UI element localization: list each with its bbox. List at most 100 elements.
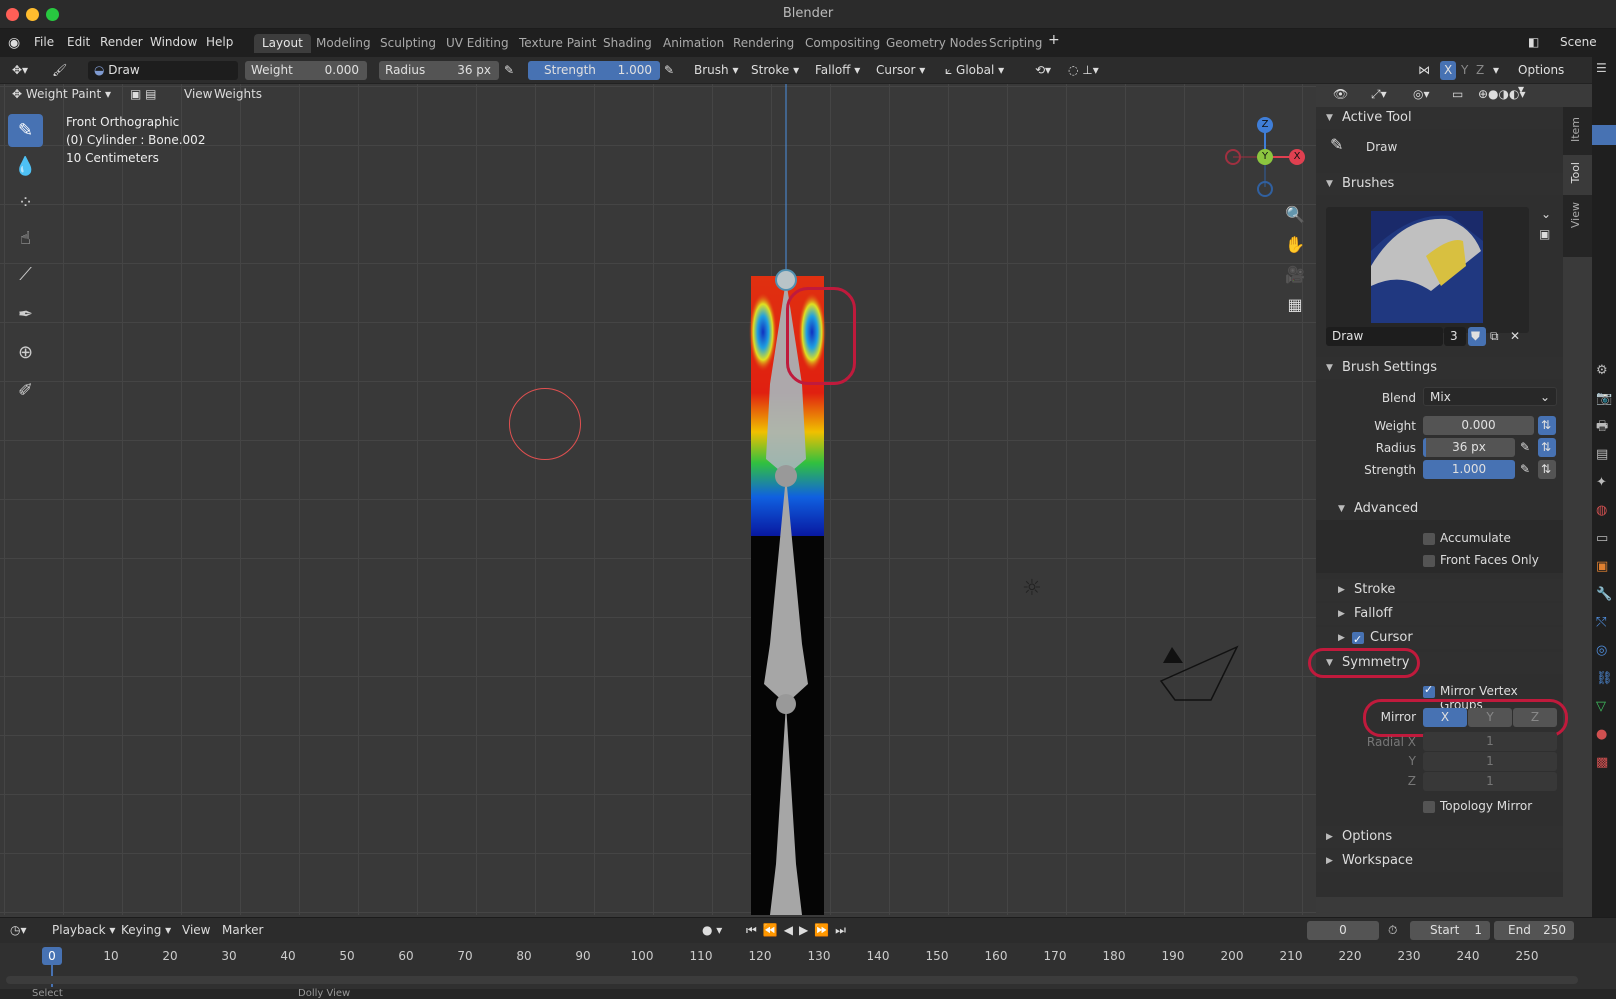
scene-name[interactable]: Scene <box>1560 35 1597 49</box>
brush-icon[interactable]: 🖌 <box>52 61 67 80</box>
proportional-icon[interactable]: ◌ ⊥▾ <box>1068 61 1099 80</box>
gizmo-neg-x[interactable] <box>1225 149 1241 165</box>
timeline-editor-icon[interactable]: ◷▾ <box>10 921 27 940</box>
radius-input[interactable]: 36 px <box>1423 438 1515 457</box>
front-faces-checkbox[interactable] <box>1423 555 1435 567</box>
menu-help[interactable]: Help <box>206 35 233 49</box>
tab-rendering[interactable]: Rendering <box>725 34 802 53</box>
tab-layout[interactable]: Layout <box>254 34 311 53</box>
tab-compositing[interactable]: Compositing <box>797 34 888 53</box>
cursor-menu[interactable]: Cursor ▾ <box>876 61 925 80</box>
header-mirror-z[interactable]: Z <box>1476 61 1484 80</box>
strength-unified-icon[interactable]: ⇅ <box>1538 460 1556 479</box>
radial-y-field[interactable]: 1 <box>1423 752 1557 771</box>
camera-view-icon[interactable]: 🎥 <box>1282 260 1308 290</box>
select-mode-icons[interactable]: ▣ ▤ <box>130 85 157 104</box>
draw-tool-icon[interactable]: ✎ <box>8 114 43 147</box>
blend-dropdown[interactable]: Mix ⌄ <box>1423 387 1557 406</box>
tool-props-icon[interactable]: ⚙ <box>1596 357 1613 385</box>
scene-selector-icon[interactable]: ◧ <box>1528 35 1539 49</box>
workspace-subpanel[interactable]: ▶ Workspace <box>1316 850 1563 872</box>
editor-type-icon[interactable]: ✥▾ <box>12 61 28 80</box>
snap-icon[interactable]: ⟲▾ <box>1035 61 1051 80</box>
tab-sculpting[interactable]: Sculpting <box>372 34 444 53</box>
average-tool-icon[interactable]: ⁘ <box>8 186 43 219</box>
tab-uv-editing[interactable]: UV Editing <box>438 34 517 53</box>
navigation-gizmo[interactable]: Z Y X <box>1225 115 1305 205</box>
data-props-icon[interactable]: ▽ <box>1596 693 1613 721</box>
pan-hand-icon[interactable]: ✋ <box>1282 230 1308 260</box>
gradient-tool-icon[interactable]: ⟋ <box>8 258 43 291</box>
brush-name-field[interactable]: Draw <box>1326 327 1443 346</box>
brush-selector[interactable]: ◒ Draw <box>88 61 238 80</box>
weights-menu[interactable]: Weights <box>214 85 262 104</box>
smear-tool-icon[interactable]: ☝ <box>8 222 43 255</box>
timeline-scrollbar[interactable] <box>6 976 1578 984</box>
xray-icon[interactable]: ▭ <box>1452 85 1463 104</box>
tab-view[interactable]: View <box>1569 202 1582 228</box>
annotate-cursor-icon[interactable]: ⊕ <box>8 336 43 369</box>
menu-file[interactable]: File <box>34 35 54 49</box>
tab-modeling[interactable]: Modeling <box>308 34 379 53</box>
accumulate-checkbox[interactable] <box>1423 533 1435 545</box>
weight-field[interactable]: Weight 0.000 <box>245 61 367 80</box>
keying-menu[interactable]: Keying ▾ <box>121 921 171 940</box>
weight-input[interactable]: 0.000 <box>1423 416 1534 435</box>
modifier-props-icon[interactable]: 🔧 <box>1596 581 1613 609</box>
mirror-options-chevron-icon[interactable]: ▾ <box>1493 61 1499 80</box>
stroke-menu[interactable]: Stroke ▾ <box>751 61 799 80</box>
marker-menu[interactable]: Marker <box>222 921 263 940</box>
visibility-icon[interactable]: 👁▾ <box>1333 85 1348 120</box>
blender-logo-icon[interactable]: ◉ <box>8 35 20 51</box>
current-frame-field[interactable]: 0 <box>1307 921 1379 940</box>
add-workspace-icon[interactable]: + <box>1048 32 1060 48</box>
constraints-props-icon[interactable]: ⛓ <box>1596 665 1613 693</box>
tab-tool[interactable]: Tool <box>1569 162 1582 183</box>
brush-preview-box[interactable] <box>1326 207 1529 333</box>
tab-texture-paint[interactable]: Texture Paint <box>511 34 604 53</box>
radius-pressure-icon[interactable]: ✎ <box>1520 440 1530 454</box>
camera-object[interactable] <box>1155 645 1240 705</box>
outliner-icon[interactable]: ☰ <box>1596 61 1607 75</box>
tab-scripting[interactable]: Scripting <box>981 34 1050 53</box>
physics-props-icon[interactable]: ◎ <box>1596 637 1613 665</box>
material-props-icon[interactable]: ● <box>1596 721 1613 749</box>
radial-z-field[interactable]: 1 <box>1423 772 1557 791</box>
options-subpanel[interactable]: ▶ Options <box>1316 826 1563 848</box>
advanced-header[interactable]: ▼ Advanced <box>1316 498 1563 520</box>
header-mirror-x[interactable]: X <box>1440 61 1456 80</box>
tab-item[interactable]: Item <box>1569 117 1582 142</box>
overlay-toggle-icon[interactable]: ◎▾ <box>1413 85 1430 104</box>
gizmo-z[interactable]: Z <box>1257 117 1273 133</box>
particles-props-icon[interactable]: ⤲ <box>1596 609 1613 637</box>
menu-render[interactable]: Render <box>100 35 143 49</box>
gizmo-neg-z[interactable] <box>1257 181 1273 197</box>
light-object-icon[interactable]: ☼ <box>1022 576 1042 601</box>
falloff-menu[interactable]: Falloff ▾ <box>815 61 860 80</box>
view-layer-icon[interactable]: ▤ <box>1596 441 1613 469</box>
sample-weight-tool-icon[interactable]: ✒ <box>8 298 43 331</box>
output-props-icon[interactable]: 🖶 <box>1596 413 1613 441</box>
weight-painted-mesh[interactable] <box>740 84 830 915</box>
menu-window[interactable]: Window <box>150 35 197 49</box>
mirror-vertex-groups-checkbox[interactable] <box>1423 683 1435 698</box>
tab-animation[interactable]: Animation <box>655 34 732 53</box>
radial-x-field[interactable]: 1 <box>1423 732 1557 751</box>
record-button-icon[interactable]: ● ▾ <box>702 921 722 940</box>
tab-shading[interactable]: Shading <box>595 34 660 53</box>
topology-mirror-checkbox[interactable] <box>1423 801 1435 813</box>
radius-pressure-icon[interactable]: ✎ <box>504 61 514 80</box>
render-props-icon[interactable]: 📷 <box>1596 385 1613 413</box>
playback-controls-icon[interactable]: ⏮⏪◀▶⏩⏭ <box>746 921 852 940</box>
texture-props-icon[interactable]: ▩ <box>1596 749 1613 777</box>
shading-modes-icon[interactable]: ⊕●◑◐▾ <box>1478 85 1526 104</box>
strength-field[interactable]: Strength 1.000 <box>528 61 660 80</box>
world-props-icon[interactable]: ◍ <box>1596 497 1613 525</box>
strength-input[interactable]: 1.000 <box>1423 460 1515 479</box>
start-frame-field[interactable]: Start 1 <box>1410 921 1490 940</box>
orientation-dropdown[interactable]: ⟀ Global ▾ <box>945 61 1004 80</box>
falloff-subpanel[interactable]: ▶ Falloff <box>1316 603 1563 625</box>
cursor-subpanel[interactable]: ▶Cursor <box>1316 627 1563 651</box>
preview-range-icon[interactable]: ⏱ <box>1388 921 1397 940</box>
collection-props-icon[interactable]: ▭ <box>1596 525 1613 553</box>
